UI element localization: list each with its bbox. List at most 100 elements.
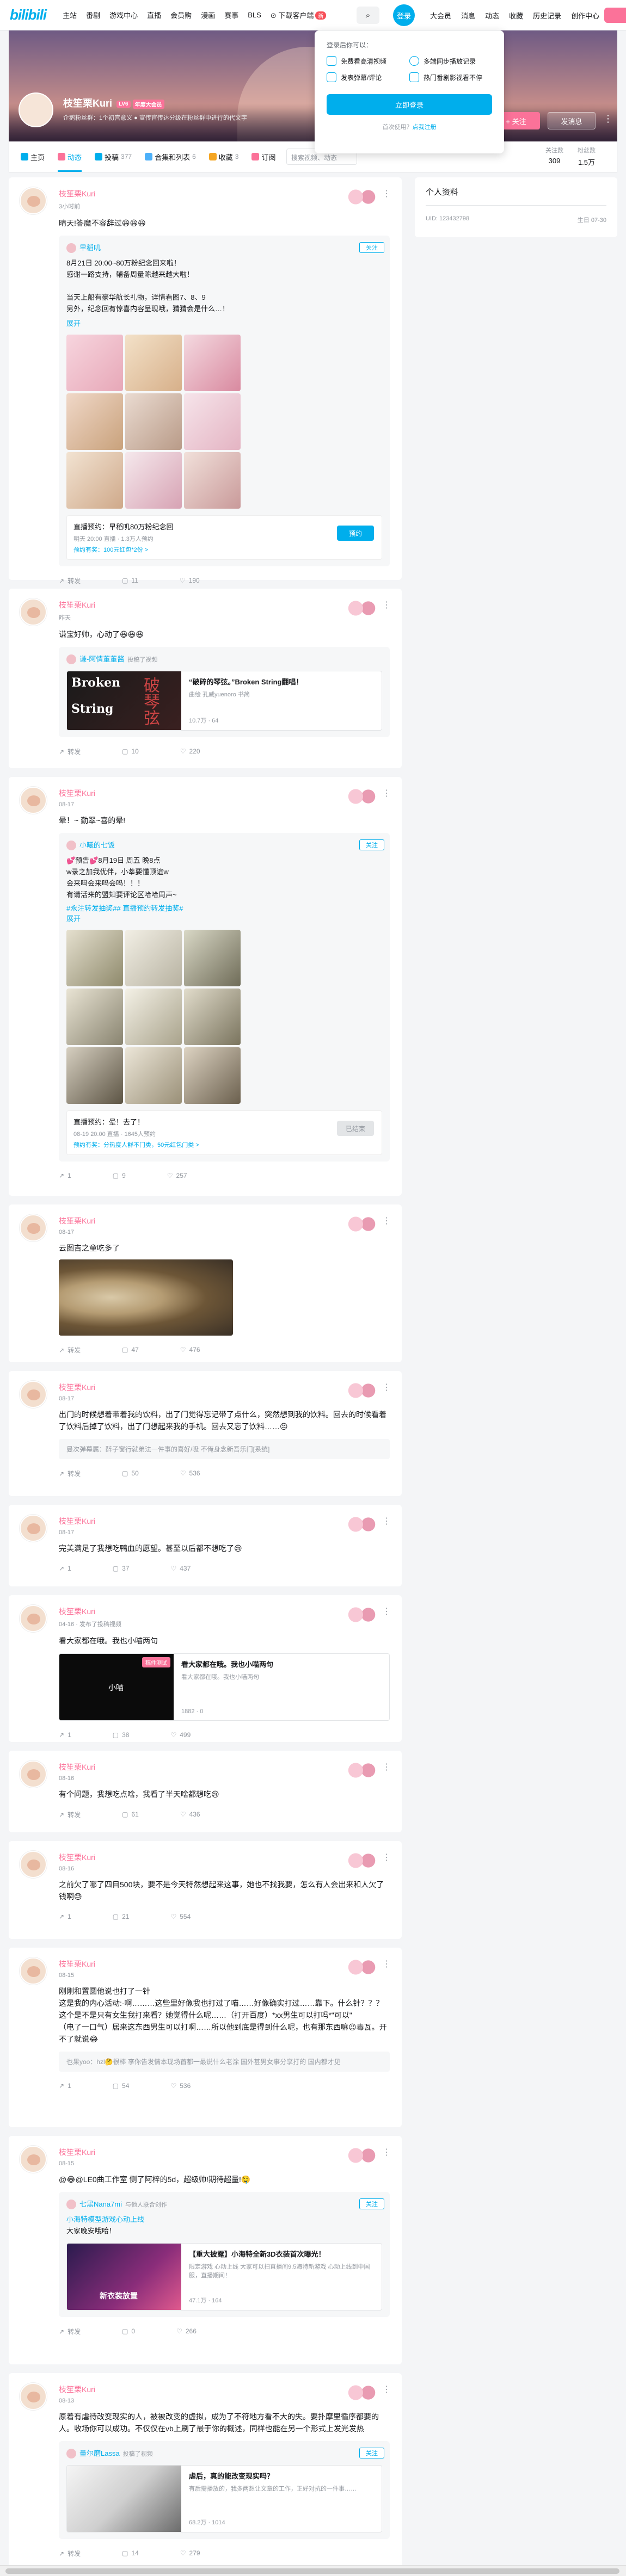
forwarded-post[interactable]: 七黑Nana7mi 与他人联合创作 关注 小海特模型游戏心动上线 大家晚安哦哈！ … [59, 2192, 390, 2317]
post-image[interactable] [125, 335, 182, 391]
more-icon[interactable]: ⋮ [382, 600, 391, 610]
forward-avatar[interactable] [66, 2448, 76, 2458]
comment-action[interactable]: ▢ 61 [122, 1811, 139, 1818]
like-action[interactable]: ♡ 536 [180, 1469, 200, 1477]
forward-author[interactable]: 谦-阿情董董酱 [79, 655, 124, 663]
post-image[interactable] [66, 393, 123, 450]
like-action[interactable]: ♡ 266 [176, 2327, 197, 2335]
post-image[interactable] [66, 452, 123, 509]
forward-action[interactable]: ↗ 转发 [59, 1810, 81, 1819]
post-image[interactable] [184, 393, 241, 450]
post-image[interactable] [184, 1047, 241, 1104]
post-image[interactable] [125, 930, 182, 986]
post-image[interactable] [184, 930, 241, 986]
nav-download-client[interactable]: ⊙ 下载客户端新 [271, 10, 327, 20]
forward-avatar[interactable] [66, 243, 76, 253]
post-avatar[interactable] [20, 1381, 47, 1408]
message-button[interactable]: 发消息 [548, 112, 596, 129]
search-button[interactable]: ⌕ [357, 7, 379, 24]
forwarded-post[interactable]: 小曦的七饭 关注 💕预告💕8月19日 周五 晚8点 w录之加我优伴，小莘要懂顶谊… [59, 833, 390, 1162]
video-card[interactable]: Broken String 破琴弦 “破碎的琴弦。”Broken String翻… [66, 671, 382, 731]
like-action[interactable]: ♡ 257 [167, 1172, 187, 1179]
post-avatar[interactable] [20, 1760, 47, 1788]
like-action[interactable]: ♡ 279 [180, 2549, 200, 2557]
follow-button[interactable]: 关注 [359, 839, 384, 850]
nav-creator-center[interactable]: 创作中心 [571, 10, 599, 21]
forward-action[interactable]: ↗ 转发 [59, 2549, 81, 2558]
nav-history[interactable]: 历史记录 [533, 10, 561, 21]
post-avatar[interactable] [20, 2146, 47, 2173]
nav-main[interactable]: 主站 [63, 10, 77, 20]
post-author[interactable]: 枝笙栗Kuri [59, 1382, 390, 1393]
post-image[interactable] [184, 452, 241, 509]
post-avatar[interactable] [20, 2383, 47, 2410]
more-icon[interactable]: ⋮ [382, 1959, 391, 1969]
post-image[interactable] [66, 1047, 123, 1104]
comment-action[interactable]: ▢ 21 [113, 1913, 130, 1920]
upload-button[interactable] [604, 8, 626, 23]
reservation-award[interactable]: 预约有奖：100元红包*2份 > [73, 545, 375, 554]
video-title[interactable]: 看大家都在哦。我也小喵两句 [181, 1659, 382, 1670]
comment-action[interactable]: ▢ 11 [122, 577, 138, 584]
like-action[interactable]: ♡ 476 [180, 1346, 200, 1354]
login-now-button[interactable]: 立即登录 [327, 94, 492, 115]
post-author[interactable]: 枝笙栗Kuri [59, 1606, 390, 1617]
post-avatar[interactable] [20, 598, 47, 626]
more-icon[interactable]: ⋮ [382, 2384, 391, 2395]
post-image[interactable] [125, 1047, 182, 1104]
expand-link[interactable]: 展开 [66, 913, 382, 923]
horizontal-scrollbar[interactable] [0, 2565, 626, 2576]
post-author[interactable]: 枝笙栗Kuri [59, 1959, 390, 1969]
forward-author[interactable]: 七黑Nana7mi [79, 2200, 122, 2208]
video-title[interactable]: “破碎的琴弦。”Broken String翻唱！ [189, 677, 374, 687]
nav-esports[interactable]: 赛事 [224, 10, 238, 20]
follow-button[interactable]: 关注 [359, 2448, 384, 2458]
nav-live[interactable]: 直播 [147, 10, 161, 20]
comment-action[interactable]: ▢ 47 [122, 1346, 139, 1354]
post-image[interactable] [66, 930, 123, 986]
video-card[interactable]: 虐后，真的能改变现实吗？ 有后需播放的，我多两想让文章的工作，正好对抗的一件事…… [66, 2465, 382, 2532]
like-action[interactable]: ♡ 220 [180, 748, 200, 755]
like-action[interactable]: ♡ 436 [180, 1811, 200, 1818]
profile-avatar[interactable] [19, 92, 53, 127]
forwarded-post[interactable]: 早稻叽 关注 8月21日 20:00~80万粉纪念回来啦！ 感谢一路支持，辅备周… [59, 236, 390, 566]
video-card[interactable]: 新衣装放置 【重大披露】小海特全新3D衣装首次曝光！ 限定游戏 心动上线 大家可… [66, 2243, 382, 2311]
like-action[interactable]: ♡ 499 [170, 1731, 191, 1739]
tab-uploads[interactable]: 投稿 377 [95, 141, 132, 172]
forward-action[interactable]: ↗ 1 [59, 1731, 71, 1739]
post-image[interactable] [66, 989, 123, 1045]
comment-action[interactable]: ▢ 10 [122, 748, 139, 755]
nav-bls[interactable]: BLS [248, 11, 261, 19]
nav-game-center[interactable]: 游戏中心 [109, 10, 138, 20]
like-action[interactable]: ♡ 437 [170, 1565, 191, 1572]
forward-action[interactable]: ↗ 1 [59, 2082, 71, 2090]
forward-action[interactable]: ↗ 转发 [59, 1345, 81, 1355]
like-action[interactable]: ♡ 554 [170, 1913, 191, 1920]
forward-author[interactable]: 早稻叽 [79, 244, 101, 252]
video-thumbnail[interactable]: Broken String 破琴弦 [67, 671, 181, 730]
comment-action[interactable]: ▢ 37 [113, 1565, 130, 1572]
post-author[interactable]: 枝笙栗Kuri [59, 600, 390, 610]
forward-author[interactable]: 小曦的七饭 [79, 841, 115, 849]
tab-favorites[interactable]: 收藏 3 [208, 141, 238, 172]
post-author[interactable]: 枝笙栗Kuri [59, 1852, 390, 1863]
expand-link[interactable]: 展开 [66, 318, 382, 328]
stat-following[interactable]: 关注数 309 [545, 146, 563, 167]
post-avatar[interactable] [20, 1605, 47, 1632]
post-author[interactable]: 枝笙栗Kuri [59, 188, 390, 199]
reserve-button[interactable]: 预约 [337, 526, 374, 541]
post-image[interactable] [59, 1259, 233, 1336]
post-image[interactable] [184, 989, 241, 1045]
forward-action[interactable]: ↗ 1 [59, 1913, 71, 1920]
post-avatar[interactable] [20, 787, 47, 814]
forwarded-post[interactable]: 谦-阿情董董酱 投稿了视频 Broken String 破琴弦 “破碎的琴弦。”B… [59, 647, 390, 737]
video-thumbnail[interactable]: 新衣装放置 [67, 2244, 181, 2310]
post-avatar[interactable] [20, 1851, 47, 1878]
forward-action[interactable]: ↗ 转发 [59, 576, 81, 585]
more-icon[interactable]: ⋮ [382, 1215, 391, 1226]
video-title[interactable]: 虐后，真的能改变现实吗？ [189, 2471, 374, 2481]
nav-mall[interactable]: 会员购 [170, 10, 192, 20]
post-avatar[interactable] [20, 1214, 47, 1241]
stat-followers[interactable]: 粉丝数 1.5万 [578, 146, 596, 167]
follow-button[interactable]: 关注 [359, 242, 384, 253]
